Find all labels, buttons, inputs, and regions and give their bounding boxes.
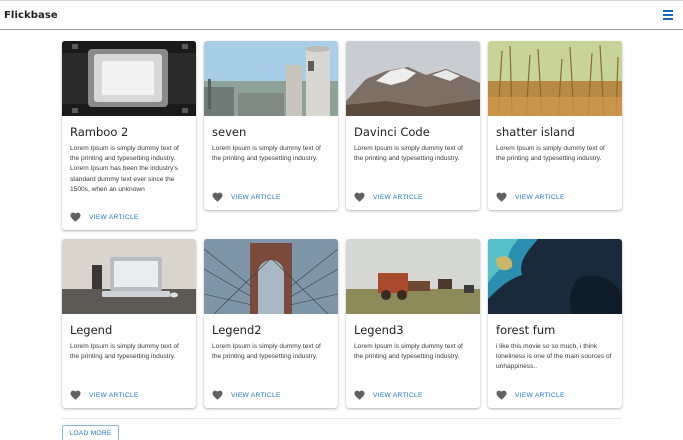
- divider: [62, 418, 622, 419]
- heart-icon[interactable]: [212, 192, 223, 202]
- card-actions: VIEW ARTICLE: [212, 192, 281, 202]
- card-description: Lorem Ipsum is simply dummy text of the …: [212, 145, 321, 163]
- card-title: shatter island: [496, 125, 575, 139]
- card-description: Lorem Ipsum is simply dummy text of the …: [354, 343, 463, 361]
- card-title: Legend2: [212, 323, 262, 337]
- card-description: Lorem Ipsum is simply dummy text of the …: [70, 145, 179, 193]
- top-app-bar: Flickbase: [0, 0, 683, 30]
- bridge-photo[interactable]: [204, 239, 338, 314]
- film-reel-photo[interactable]: [62, 41, 196, 116]
- heart-icon[interactable]: [496, 390, 507, 400]
- card-title: Legend: [70, 323, 113, 337]
- load-more-button[interactable]: LOAD MORE: [62, 425, 119, 440]
- view-article-button[interactable]: VIEW ARTICLE: [89, 214, 139, 221]
- card-actions: VIEW ARTICLE: [496, 390, 565, 400]
- article-card: Ramboo 2 Lorem Ipsum is simply dummy tex…: [62, 41, 196, 230]
- card-description: Lorem Ipsum is simply dummy text of the …: [354, 145, 463, 163]
- card-description: i like this movie so so much, i think lo…: [496, 343, 612, 371]
- ocean-aerial-photo[interactable]: [488, 239, 622, 314]
- card-title: seven: [212, 125, 247, 139]
- card-actions: VIEW ARTICLE: [70, 212, 139, 222]
- brand-title[interactable]: Flickbase: [4, 10, 58, 21]
- article-card: forest fum i like this movie so so much,…: [488, 239, 622, 408]
- snowy-mountain-photo[interactable]: [346, 41, 480, 116]
- heart-icon[interactable]: [496, 192, 507, 202]
- view-article-button[interactable]: VIEW ARTICLE: [373, 392, 423, 399]
- industrial-silos-photo[interactable]: [204, 41, 338, 116]
- heart-icon[interactable]: [70, 390, 81, 400]
- heart-icon[interactable]: [212, 390, 223, 400]
- card-actions: VIEW ARTICLE: [70, 390, 139, 400]
- card-actions: VIEW ARTICLE: [354, 192, 423, 202]
- heart-icon[interactable]: [354, 390, 365, 400]
- laptop-desk-photo[interactable]: [62, 239, 196, 314]
- tall-grass-photo[interactable]: [488, 41, 622, 116]
- article-card: seven Lorem Ipsum is simply dummy text o…: [204, 41, 338, 210]
- card-actions: VIEW ARTICLE: [496, 192, 565, 202]
- article-card: Legend3 Lorem Ipsum is simply dummy text…: [346, 239, 480, 408]
- card-title: Ramboo 2: [70, 125, 129, 139]
- card-title: Legend3: [354, 323, 404, 337]
- card-description: Lorem Ipsum is simply dummy text of the …: [496, 145, 605, 163]
- view-article-button[interactable]: VIEW ARTICLE: [373, 194, 423, 201]
- card-description: Lorem Ipsum is simply dummy text of the …: [70, 343, 179, 361]
- heart-icon[interactable]: [354, 192, 365, 202]
- view-article-button[interactable]: VIEW ARTICLE: [89, 392, 139, 399]
- view-article-button[interactable]: VIEW ARTICLE: [231, 194, 281, 201]
- view-article-button[interactable]: VIEW ARTICLE: [231, 392, 281, 399]
- card-actions: VIEW ARTICLE: [354, 390, 423, 400]
- farm-wagon-photo[interactable]: [346, 239, 480, 314]
- article-card: Legend2 Lorem Ipsum is simply dummy text…: [204, 239, 338, 408]
- heart-icon[interactable]: [70, 212, 81, 222]
- hamburger-menu-icon[interactable]: [663, 8, 677, 22]
- card-title: forest fum: [496, 323, 556, 337]
- card-description: Lorem Ipsum is simply dummy text of the …: [212, 343, 321, 361]
- card-actions: VIEW ARTICLE: [212, 390, 281, 400]
- view-article-button[interactable]: VIEW ARTICLE: [515, 392, 565, 399]
- view-article-button[interactable]: VIEW ARTICLE: [515, 194, 565, 201]
- article-card: Davinci Code Lorem Ipsum is simply dummy…: [346, 41, 480, 210]
- article-card: shatter island Lorem Ipsum is simply dum…: [488, 41, 622, 210]
- card-title: Davinci Code: [354, 125, 430, 139]
- article-card: Legend Lorem Ipsum is simply dummy text …: [62, 239, 196, 408]
